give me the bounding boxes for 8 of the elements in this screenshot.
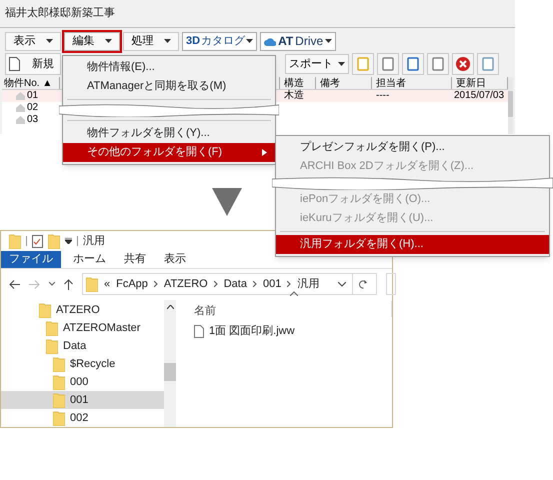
window-title: 福井太郎様邸新築工事 (4, 6, 116, 21)
table-cell: 木造 (284, 90, 304, 101)
table-cell: 01 (27, 90, 38, 102)
table-cell: 02 (27, 102, 38, 114)
window-title: 汎用 (83, 234, 105, 249)
table-cell: 03 (27, 114, 38, 126)
table-cell: ---- (376, 90, 390, 101)
table-cell: 2015/07/03 (454, 90, 504, 101)
